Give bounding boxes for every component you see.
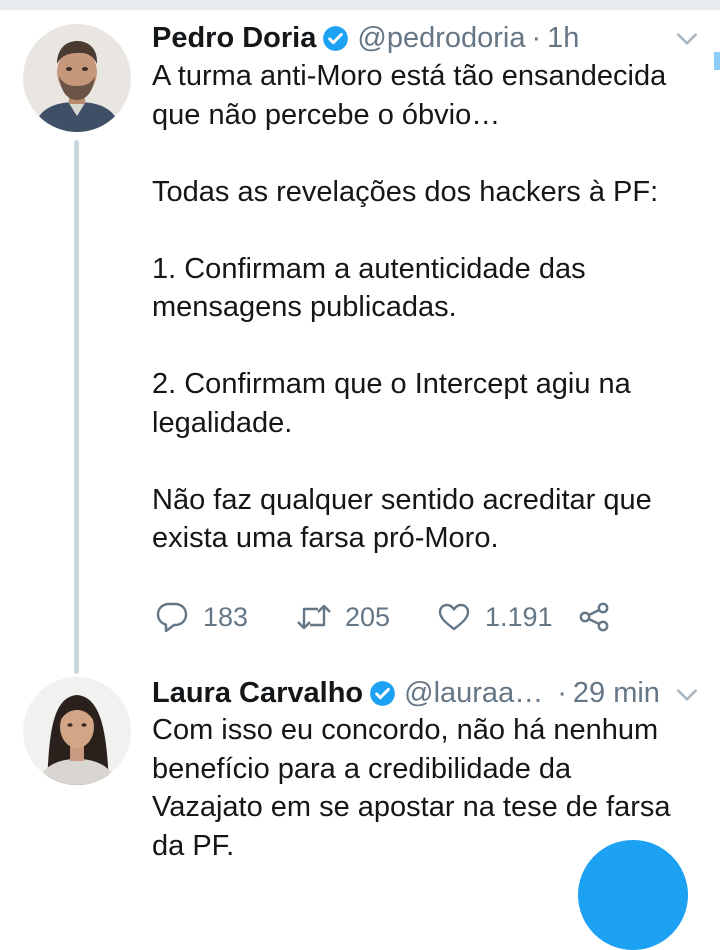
share-button[interactable] (577, 601, 611, 633)
avatar[interactable] (23, 677, 131, 785)
top-divider (0, 0, 720, 10)
author-handle[interactable]: @pedrodoria (357, 22, 525, 55)
reply-count: 183 (203, 601, 249, 632)
separator-dot: · (531, 21, 542, 54)
compose-tweet-button[interactable] (578, 840, 688, 950)
retweet-button[interactable]: 205 (295, 602, 437, 633)
tweet-header: Laura Carvalho @lauraa… · 29 min (152, 673, 660, 713)
like-icon (437, 602, 471, 632)
reply-button[interactable]: 183 (155, 601, 295, 633)
reply-icon (155, 601, 189, 633)
share-icon (577, 601, 611, 633)
chevron-down-icon[interactable] (674, 682, 700, 708)
retweet-count: 205 (345, 601, 391, 632)
timestamp[interactable]: 1h (547, 22, 579, 55)
verified-badge-icon (369, 680, 396, 707)
tweet-text: A turma anti-Moro está tão ensandecida q… (152, 60, 667, 554)
verified-badge-icon (322, 25, 349, 52)
scrollbar[interactable] (714, 52, 720, 70)
like-count: 1.191 (485, 601, 553, 632)
separator-dot: · (557, 676, 567, 709)
chevron-down-icon[interactable] (674, 26, 700, 52)
tweet-header: Pedro Doria @pedrodoria · 1h (152, 18, 579, 58)
author-handle[interactable]: @lauraa… (404, 677, 543, 710)
author-name[interactable]: Pedro Doria (152, 22, 316, 55)
tweet-actions: 183 205 1.191 (155, 596, 611, 638)
like-button[interactable]: 1.191 (437, 602, 577, 633)
avatar[interactable] (23, 24, 131, 132)
thread-connector (74, 140, 79, 674)
timestamp[interactable]: 29 min (573, 677, 660, 710)
retweet-icon (295, 602, 333, 632)
author-name[interactable]: Laura Carvalho (152, 677, 363, 710)
